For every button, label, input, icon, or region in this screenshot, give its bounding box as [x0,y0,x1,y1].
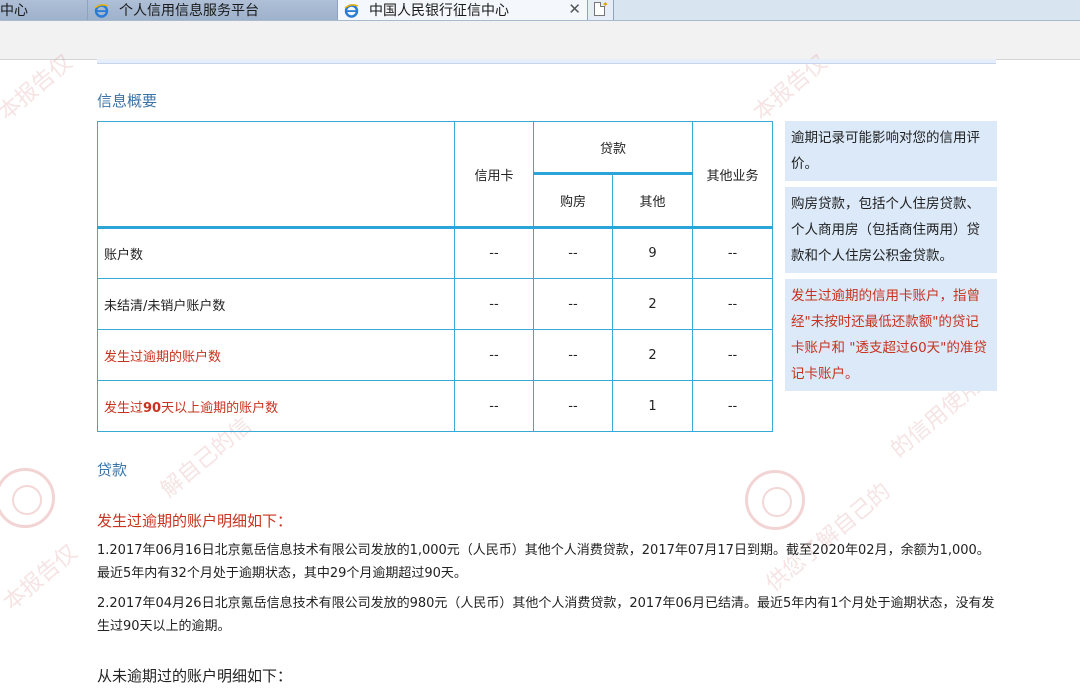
browser-tab-credit-platform[interactable]: 个人信用信息服务平台 [88,0,338,20]
note-overdue-credit-card: 发生过逾期的信用卡账户，指曾经"未按时还最低还款额"的贷记卡账户和 "透支超过6… [785,279,997,391]
note-overdue-impact: 逾期记录可能影响对您的信用评价。 [785,121,997,181]
credit-seal-icon [0,468,55,528]
row-label: 账户数 [97,227,455,279]
new-tab-button[interactable]: ✦ [588,0,614,20]
no-overdue-heading: 从未逾期过的账户明细如下： [97,667,293,685]
notes-panel: 逾期记录可能影响对您的信用评价。 购房贷款，包括个人住房贷款、个人商用房（包括商… [785,121,997,397]
header-blank [97,121,455,229]
header-other: 其他 [611,173,694,229]
row-label-suffix: 天以上逾期的账户数 [161,400,279,416]
overdue-item: 2.2017年04月26日北京氪岳信息技术有限公司发放的980元（人民币）其他个… [97,596,995,634]
cell-other-business: -- [692,227,774,279]
ie-icon [344,3,359,18]
cell-other: 9 [611,227,694,279]
tab-label: 个人信用信息服务平台 [119,3,259,19]
row-label: 未结清/未销户账户数 [97,278,455,330]
cell-other-business: -- [692,329,774,381]
header-loan: 贷款 [532,121,694,175]
cell-credit-card: -- [454,329,534,381]
cell-other-business: -- [692,380,774,432]
table-row: 未结清/未销户账户数 -- -- 2 -- [97,278,774,330]
cell-credit-card: -- [454,227,534,279]
browser-tab-pbc-credit-center[interactable]: 中国人民银行征信中心 ✕ [338,0,588,20]
cell-other: 1 [611,380,694,432]
browser-tab-bar: 中心 个人信用信息服务平台 中国人民银行征信中心 ✕ ✦ [0,0,1080,21]
header-band [97,59,996,64]
cell-other: 2 [611,329,694,381]
table-row: 账户数 -- -- 9 -- [97,227,774,279]
spark-icon: ✦ [602,0,609,9]
row-label: 发生过90天以上逾期的账户数 [97,380,455,432]
cell-housing: -- [533,329,613,381]
cell-other: 2 [611,278,694,330]
overdue-heading: 发生过逾期的账户明细如下： [97,512,293,530]
tab-label: 中国人民银行征信中心 [369,3,509,19]
cell-credit-card: -- [454,380,534,432]
ie-icon [94,3,109,18]
cell-other-business: -- [692,278,774,330]
header-credit-card: 信用卡 [454,121,534,229]
loans-title: 贷款 [97,461,128,479]
table-row: 发生过逾期的账户数 -- -- 2 -- [97,329,774,381]
note-housing-loan: 购房贷款，包括个人住房贷款、个人商用房（包括商住两用）贷款和个人住房公积金贷款。 [785,187,997,273]
row-label-bold: 90 [143,400,162,416]
table-row: 发生过90天以上逾期的账户数 -- -- 1 -- [97,380,774,432]
cell-housing: -- [533,380,613,432]
summary-title: 信息概要 [97,92,158,110]
header-other-business: 其他业务 [692,121,774,229]
summary-table: 信用卡 贷款 其他业务 购房 其他 账户数 -- -- 9 -- 未结清/未销户… [97,121,774,432]
cell-housing: -- [533,278,613,330]
close-icon[interactable]: ✕ [568,0,581,18]
row-label: 发生过逾期的账户数 [97,329,455,381]
cell-housing: -- [533,227,613,279]
overdue-item: 1.2017年06月16日北京氪岳信息技术有限公司发放的1,000元（人民币）其… [97,543,990,581]
browser-tab-partial[interactable]: 中心 [0,0,88,20]
browser-toolbar [0,21,1080,60]
tab-label: 中心 [0,3,28,19]
credit-seal-icon [745,470,805,530]
row-label-prefix: 发生过 [104,400,144,416]
cell-credit-card: -- [454,278,534,330]
header-housing: 购房 [533,173,613,229]
watermark: 本报告仅 [0,540,83,616]
